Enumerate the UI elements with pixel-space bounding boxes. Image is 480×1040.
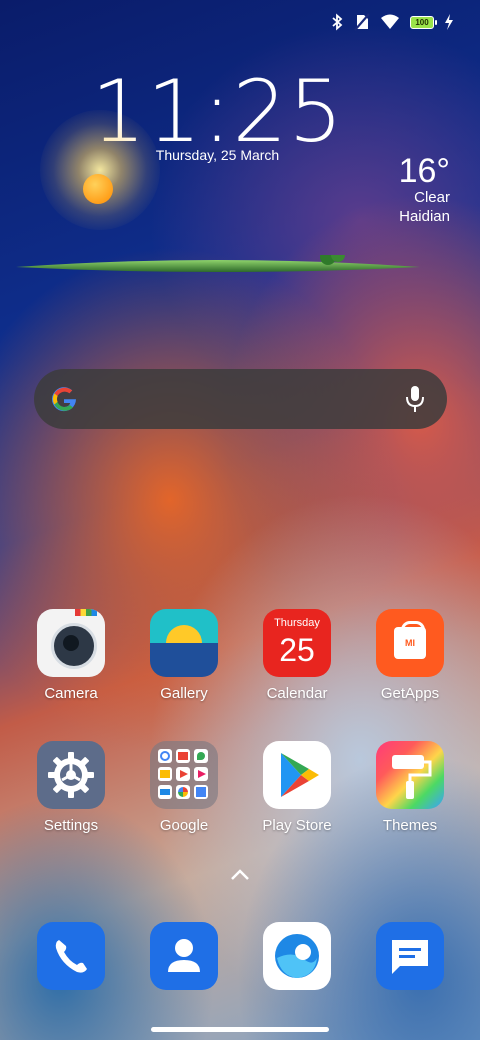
weather-temperature[interactable]: 16°	[399, 152, 450, 191]
camera-icon	[37, 609, 105, 677]
app-themes[interactable]: Themes	[360, 741, 460, 834]
contacts-icon	[150, 922, 218, 990]
app-label: Gallery	[160, 685, 208, 702]
weather-details[interactable]: Clear Haidian	[399, 188, 450, 226]
weather-location: Haidian	[399, 208, 450, 225]
calendar-icon: Thursday 25	[263, 609, 331, 677]
app-camera[interactable]: Camera	[21, 609, 121, 702]
app-gallery[interactable]: Gallery	[134, 609, 234, 702]
microphone-icon[interactable]	[405, 385, 425, 413]
google-search-bar[interactable]	[34, 369, 447, 429]
app-google-folder[interactable]: Google	[134, 741, 234, 834]
gallery-icon	[150, 609, 218, 677]
calendar-weekday: Thursday	[274, 617, 320, 629]
battery-level: 100	[415, 17, 429, 27]
app-label: Settings	[43, 817, 99, 834]
sun-glow	[40, 110, 160, 230]
wifi-icon	[381, 14, 399, 29]
app-label: GetApps	[380, 685, 440, 702]
app-calendar[interactable]: Thursday 25 Calendar	[247, 609, 347, 702]
google-g-icon	[52, 387, 76, 412]
getapps-icon: MI	[376, 609, 444, 677]
status-bar: 100	[330, 10, 454, 34]
no-sim-icon	[354, 13, 370, 31]
battery-indicator: 100	[410, 15, 437, 29]
google-folder-icon	[150, 741, 218, 809]
dock-contacts[interactable]	[150, 922, 218, 990]
dock-messages[interactable]	[376, 922, 444, 990]
gesture-navigation-bar[interactable]	[151, 1027, 329, 1032]
app-label: Themes	[382, 817, 438, 834]
themes-icon	[376, 741, 444, 809]
browser-icon	[263, 922, 331, 990]
messages-icon	[376, 922, 444, 990]
settings-icon	[37, 741, 105, 809]
app-play-store[interactable]: Play Store	[247, 741, 347, 834]
dock-phone[interactable]	[37, 922, 105, 990]
phone-icon	[37, 922, 105, 990]
chevron-up-icon[interactable]	[228, 866, 252, 884]
getapps-badge: MI	[405, 638, 415, 648]
calendar-day: 25	[279, 632, 315, 668]
play-store-icon	[263, 741, 331, 809]
app-getapps[interactable]: MI GetApps	[360, 609, 460, 702]
weather-condition: Clear	[414, 189, 450, 206]
dock-browser[interactable]	[263, 922, 331, 990]
app-label: Camera	[44, 685, 98, 702]
app-settings[interactable]: Settings	[21, 741, 121, 834]
gear-icon	[48, 752, 94, 798]
sun-icon	[83, 174, 113, 204]
lightning-icon	[445, 14, 453, 30]
bluetooth-icon	[332, 13, 343, 31]
app-label: Google	[159, 817, 209, 834]
weather-island-graphic	[16, 255, 420, 272]
app-label: Calendar	[266, 685, 328, 702]
app-label: Play Store	[262, 817, 332, 834]
